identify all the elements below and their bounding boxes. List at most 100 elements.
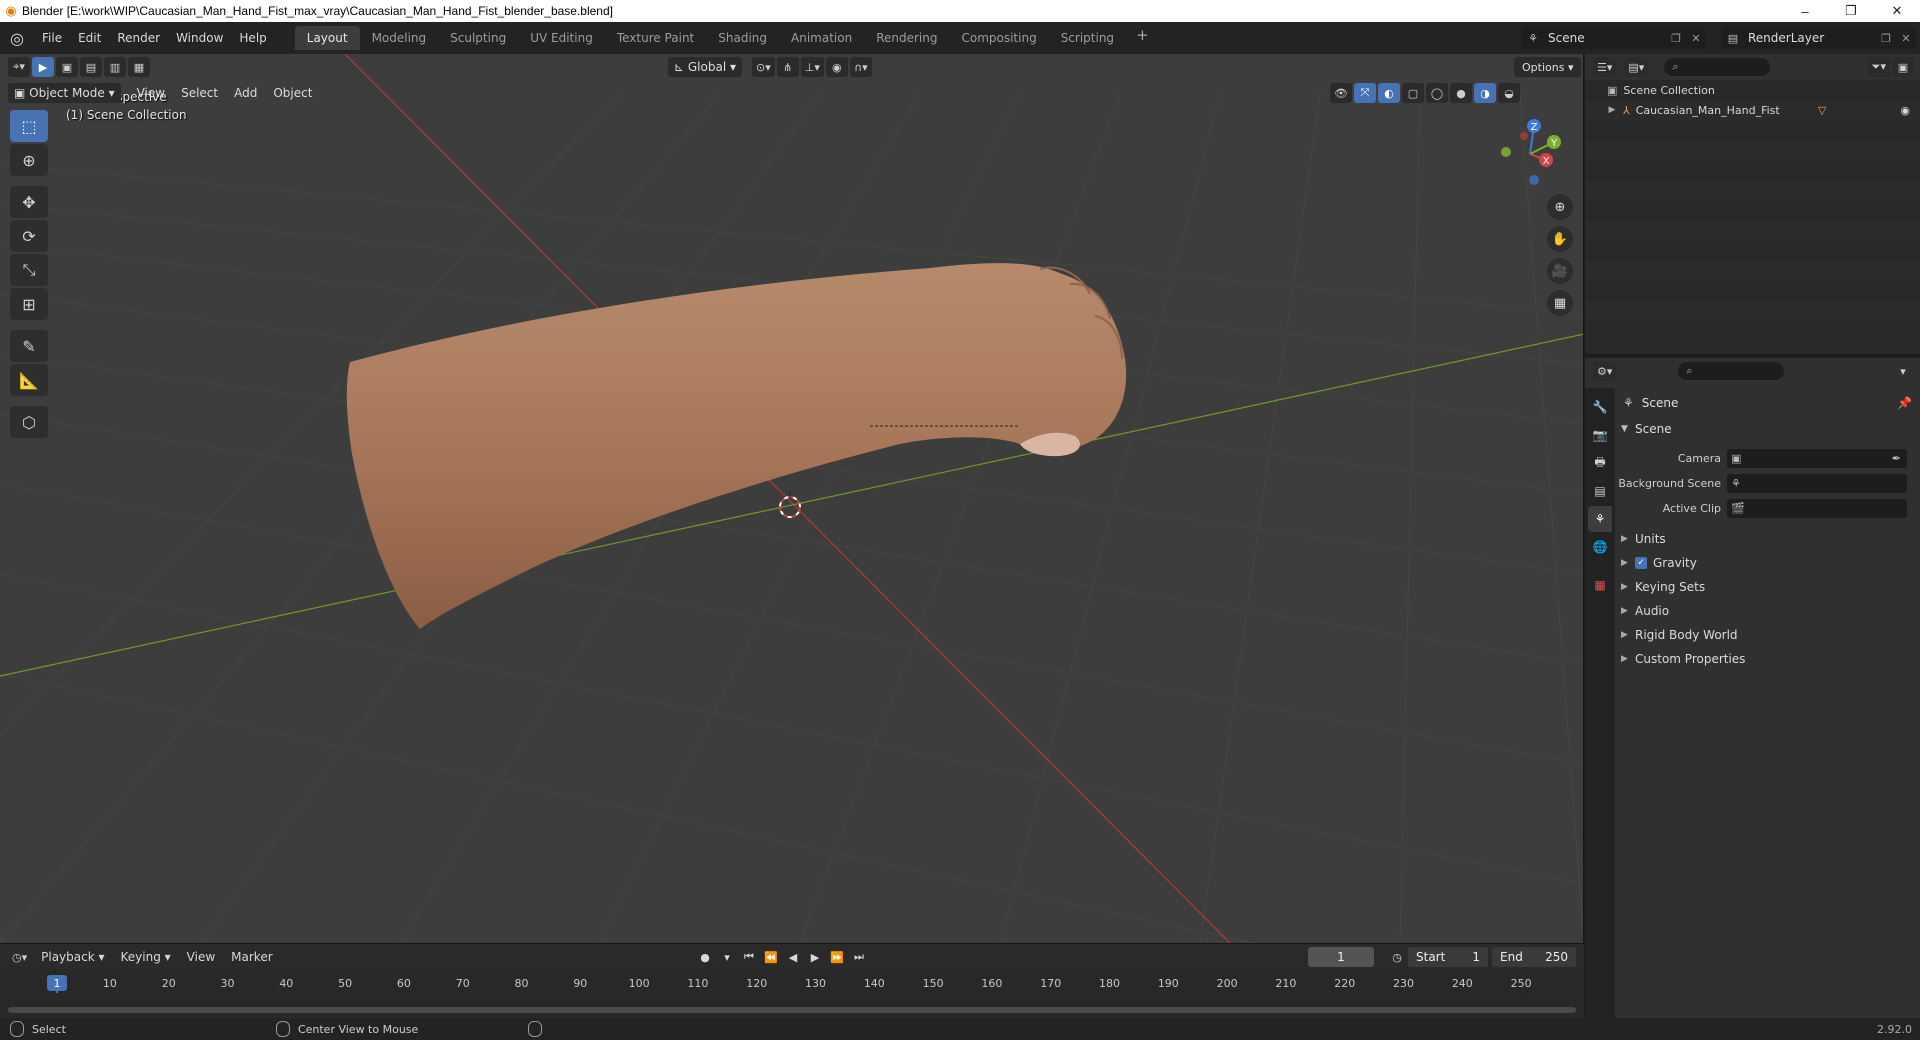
- tab-rendering[interactable]: Rendering: [864, 26, 949, 50]
- measure-tool-icon[interactable]: 📐: [10, 364, 48, 396]
- visibility-icon[interactable]: 👁: [1330, 83, 1352, 103]
- select-box-tool-icon[interactable]: ⬚: [10, 110, 48, 142]
- transform-tool-icon[interactable]: ⊞: [10, 288, 48, 320]
- play-reverse-icon[interactable]: ◀: [784, 947, 802, 967]
- properties-options-icon[interactable]: ▾: [1892, 361, 1914, 381]
- transform-orientation-select[interactable]: ⊾ Global ▾: [668, 57, 742, 77]
- scene-selector[interactable]: ⚘ Scene ❐ ✕: [1522, 27, 1706, 49]
- display-mode-icon[interactable]: ▤▾: [1624, 57, 1649, 77]
- scene-panel-header[interactable]: ▼ Scene: [1615, 418, 1920, 440]
- timeline-ruler[interactable]: 1 10 20 30 40 50 60 70 80 90 100 110 120 130 140 150 160…: [0, 973, 1584, 993]
- modifier-icon[interactable]: ▽: [1818, 104, 1826, 117]
- expand-icon[interactable]: ▶: [1605, 105, 1619, 115]
- properties-editor-type-icon[interactable]: ⚙▾: [1593, 361, 1617, 381]
- jump-end-icon[interactable]: ⏭: [850, 947, 868, 967]
- outliner-search-input[interactable]: ⌕: [1664, 58, 1771, 76]
- scale-tool-icon[interactable]: ⤡: [10, 254, 48, 286]
- snap-target-icon[interactable]: ⊥▾: [800, 57, 824, 77]
- view-layer-selector[interactable]: ▤ RenderLayer ❐ ✕: [1722, 27, 1916, 49]
- output-tab-icon[interactable]: 🖶: [1588, 450, 1612, 476]
- scene-name[interactable]: Scene: [1544, 31, 1666, 45]
- tab-layout[interactable]: Layout: [294, 26, 360, 50]
- audio-panel[interactable]: ▶ Audio: [1615, 599, 1920, 623]
- camera-view-icon[interactable]: 🎥: [1547, 258, 1573, 284]
- proportional-edit-icon[interactable]: ◉: [825, 57, 848, 77]
- solid-shading-icon[interactable]: ●: [1450, 83, 1472, 103]
- tab-shading[interactable]: Shading: [706, 26, 779, 50]
- view-layer-tab-icon[interactable]: ▤: [1588, 478, 1612, 504]
- preview-range-icon[interactable]: ◷: [1388, 947, 1406, 967]
- units-panel[interactable]: ▶ Units: [1615, 527, 1920, 551]
- minimize-button[interactable]: –: [1782, 4, 1828, 19]
- pivot-icon[interactable]: ⊙▾: [752, 57, 775, 77]
- outliner-row-scene-collection[interactable]: ▣ Scene Collection: [1585, 80, 1920, 100]
- annotate-tool-icon[interactable]: ✎: [10, 330, 48, 362]
- scene-tab-icon[interactable]: ⚘: [1588, 506, 1612, 532]
- duplicate-scene-icon[interactable]: ❐: [1666, 32, 1686, 45]
- timeline-menu-view[interactable]: View: [179, 950, 223, 964]
- select-mode-icon[interactable]: ▶: [32, 57, 54, 77]
- tab-sculpting[interactable]: Sculpting: [438, 26, 518, 50]
- end-frame-field[interactable]: End 250: [1492, 947, 1576, 967]
- outliner-editor[interactable]: ☰▾ ▤▾ ⌕ ⏷▾ ▣ ▣ Scene Collection ▶ ⅄ Cauc…: [1585, 54, 1920, 354]
- tab-texture-paint[interactable]: Texture Paint: [605, 26, 706, 50]
- options-dropdown[interactable]: Options ▾: [1514, 57, 1582, 77]
- outliner-filter-icon[interactable]: ⏷▾: [1867, 57, 1890, 77]
- outliner-row-object[interactable]: ▶ ⅄ Caucasian_Man_Hand_Fist ▽ ◉: [1585, 100, 1920, 120]
- timeline-editor-type-icon[interactable]: ◷▾: [8, 947, 32, 967]
- close-button[interactable]: ✕: [1874, 3, 1920, 19]
- select-box-extend-icon[interactable]: ▤: [80, 57, 102, 77]
- tab-uv-editing[interactable]: UV Editing: [518, 26, 605, 50]
- timeline-menu-marker[interactable]: Marker: [223, 950, 280, 964]
- timeline-editor[interactable]: ◷▾ Playback ▾ Keying ▾ View Marker ● ▾ ⏮…: [0, 943, 1584, 1018]
- viewport-menu-object[interactable]: Object: [265, 86, 320, 100]
- xray-icon[interactable]: ▢: [1402, 83, 1424, 103]
- eyedropper-icon[interactable]: ✒: [1892, 452, 1901, 465]
- zoom-icon[interactable]: ⊕: [1547, 194, 1573, 220]
- add-workspace-icon[interactable]: +: [1126, 26, 1159, 50]
- jump-start-icon[interactable]: ⏮: [740, 947, 758, 967]
- remove-scene-icon[interactable]: ✕: [1686, 32, 1706, 45]
- viewport-menu-view[interactable]: View: [129, 86, 173, 100]
- active-clip-field[interactable]: 🎬: [1727, 499, 1907, 518]
- keying-sets-panel[interactable]: ▶ Keying Sets: [1615, 575, 1920, 599]
- editor-type-icon[interactable]: ⌖▾: [8, 57, 30, 77]
- rigid-body-world-panel[interactable]: ▶ Rigid Body World: [1615, 623, 1920, 647]
- outliner-editor-type-icon[interactable]: ☰▾: [1593, 57, 1617, 77]
- viewport-menu-select[interactable]: Select: [173, 86, 226, 100]
- new-collection-icon[interactable]: ▣: [1892, 57, 1914, 77]
- rendered-shading-icon[interactable]: ◒: [1498, 83, 1520, 103]
- add-cube-tool-icon[interactable]: ⬡: [10, 406, 48, 438]
- properties-search-input[interactable]: ⌕: [1678, 362, 1785, 380]
- tool-tab-icon[interactable]: 🔧: [1588, 394, 1612, 420]
- pin-icon[interactable]: 📌: [1897, 396, 1912, 410]
- record-options-icon[interactable]: ▾: [718, 947, 736, 967]
- current-frame-field[interactable]: 1: [1308, 947, 1374, 967]
- tab-animation[interactable]: Animation: [779, 26, 864, 50]
- select-box-new-icon[interactable]: ▣: [56, 57, 78, 77]
- cursor-tool-icon[interactable]: ⊕: [10, 144, 48, 176]
- camera-field[interactable]: ▣ ✒: [1727, 449, 1907, 468]
- menu-window[interactable]: Window: [168, 28, 231, 48]
- timeline-menu-playback[interactable]: Playback ▾: [33, 950, 112, 964]
- record-icon[interactable]: ●: [696, 947, 714, 967]
- blender-logo-icon[interactable]: ◎: [0, 29, 34, 48]
- properties-editor[interactable]: ⚙▾ ⌕ ▾ 🔧 📷 🖶 ▤ ⚘ 🌐 ▦ ⚘ Scene 📌 ▼ Scene C…: [1585, 358, 1920, 1018]
- gravity-checkbox[interactable]: ✓: [1635, 557, 1647, 569]
- gravity-panel[interactable]: ▶ ✓ Gravity: [1615, 551, 1920, 575]
- falloff-icon[interactable]: ∩▾: [849, 57, 872, 77]
- maximize-button[interactable]: ❐: [1828, 3, 1874, 19]
- tab-scripting[interactable]: Scripting: [1049, 26, 1126, 50]
- overlay-toggle-icon[interactable]: ◐: [1378, 83, 1400, 103]
- viewport-menu-add[interactable]: Add: [226, 86, 265, 100]
- play-icon[interactable]: ▶: [806, 947, 824, 967]
- gizmo-toggle-icon[interactable]: ⤧: [1354, 83, 1376, 103]
- remove-layer-icon[interactable]: ✕: [1896, 32, 1916, 45]
- select-box-subtract-icon[interactable]: ▥: [104, 57, 126, 77]
- snap-icon[interactable]: ⋔: [776, 57, 799, 77]
- tab-compositing[interactable]: Compositing: [949, 26, 1048, 50]
- world-tab-icon[interactable]: 🌐: [1588, 534, 1612, 560]
- menu-edit[interactable]: Edit: [70, 28, 109, 48]
- navigation-gizmo[interactable]: Z Y X: [1490, 114, 1570, 194]
- material-preview-icon[interactable]: ◑: [1474, 83, 1496, 103]
